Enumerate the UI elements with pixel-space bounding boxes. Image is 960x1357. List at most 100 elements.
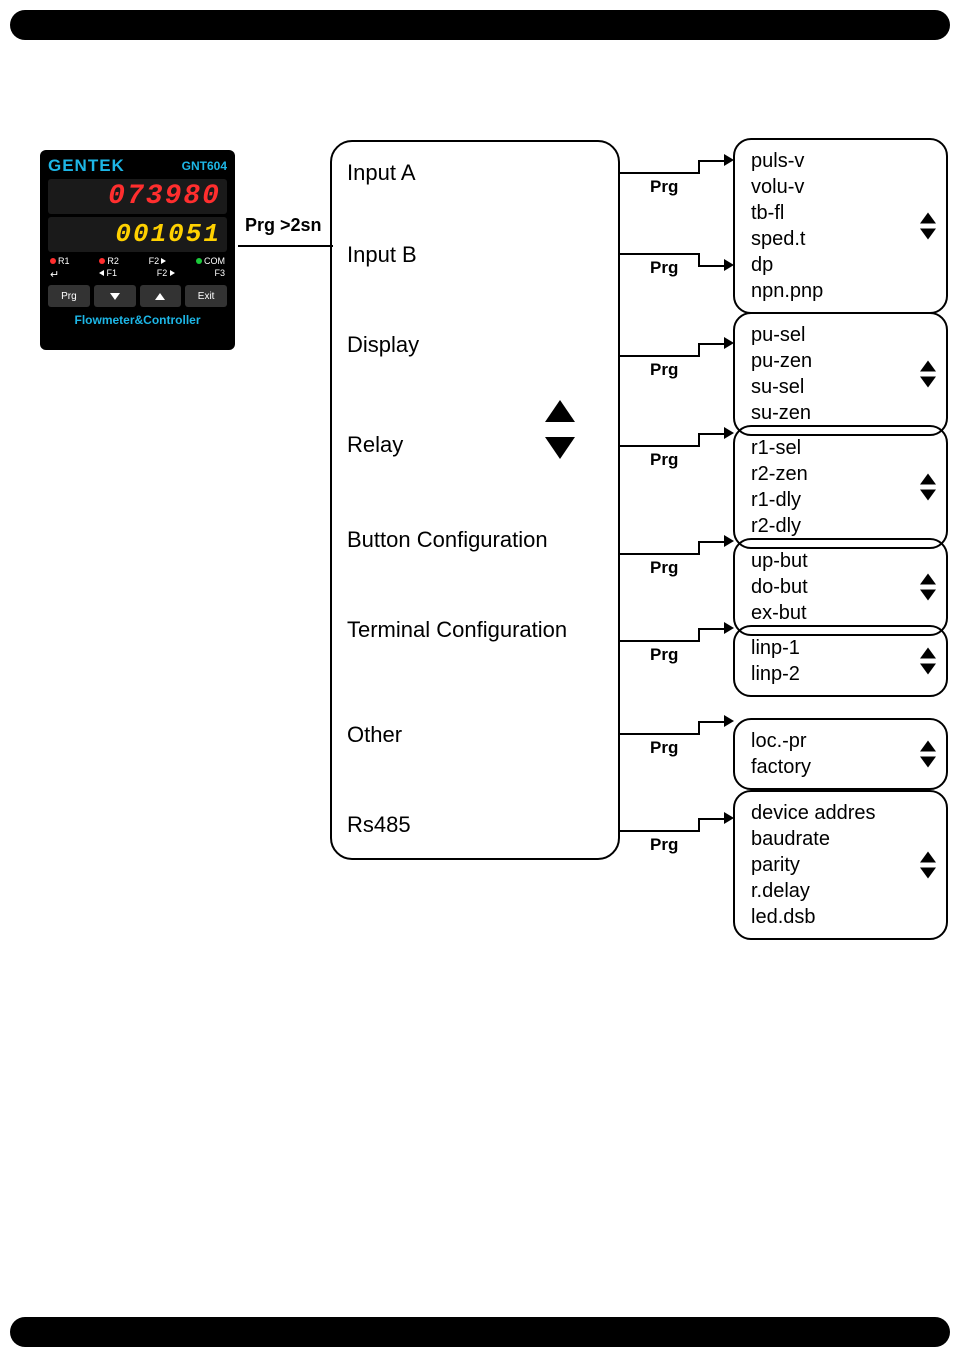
menu-item-input-a: Input A <box>347 160 416 186</box>
updown-icon <box>920 741 936 768</box>
sub-item: r1-sel <box>751 435 934 461</box>
led-r1: R1 <box>50 256 70 266</box>
connector-line <box>698 160 726 162</box>
triangle-left-icon <box>99 270 104 276</box>
triangle-down-icon <box>920 229 936 240</box>
exit-button[interactable]: Exit <box>185 285 227 307</box>
triangle-up-icon <box>920 361 936 372</box>
prg-label: Prg <box>650 450 678 470</box>
connector-line <box>620 830 700 832</box>
updown-icon <box>920 574 936 601</box>
device-brand: GENTEK <box>48 156 125 176</box>
enter-icon: ↵ <box>50 268 59 281</box>
menu-item-terminal-config: Terminal Configuration <box>347 617 567 643</box>
sub-box-relay: r1-sel r2-zen r1-dly r2-dly <box>733 425 948 549</box>
down-button[interactable] <box>94 285 136 307</box>
arrow-right-icon <box>724 535 734 547</box>
sub-item: r2-zen <box>751 461 934 487</box>
menu-item-display: Display <box>347 332 419 358</box>
sub-item: r1-dly <box>751 487 934 513</box>
sub-box-other: loc.-pr factory <box>733 718 948 790</box>
entry-label: Prg >2sn <box>245 215 322 236</box>
f3-indicator: F3 <box>214 268 225 281</box>
triangle-up-icon <box>155 293 165 300</box>
prg-label: Prg <box>650 835 678 855</box>
menu-nav-arrows <box>545 400 575 459</box>
sub-box-display: pu-sel pu-zen su-sel su-zen <box>733 312 948 436</box>
sub-item: puls-v <box>751 148 934 174</box>
led-dot-icon <box>99 258 105 264</box>
device-model: GNT604 <box>182 159 227 173</box>
prg-button[interactable]: Prg <box>48 285 90 307</box>
sub-item: volu-v <box>751 174 934 200</box>
sub-item: device addres <box>751 800 934 826</box>
sub-item: su-zen <box>751 400 934 426</box>
led-dot-icon <box>196 258 202 264</box>
menu-item-relay: Relay <box>347 432 403 458</box>
triangle-down-icon <box>920 664 936 675</box>
triangle-up-icon <box>920 852 936 863</box>
triangle-down-icon <box>920 377 936 388</box>
connector-line <box>698 433 700 447</box>
prg-label: Prg <box>650 177 678 197</box>
sub-item: parity <box>751 852 934 878</box>
sub-box-button: up-but do-but ex-but <box>733 538 948 636</box>
triangle-down-icon <box>920 868 936 879</box>
sub-item: sped.t <box>751 226 934 252</box>
triangle-right-icon <box>170 270 175 276</box>
updown-icon <box>920 474 936 501</box>
connector-line <box>620 253 700 255</box>
menu-item-button-config: Button Configuration <box>347 527 548 553</box>
connector-line <box>698 628 726 630</box>
sub-item: factory <box>751 754 934 780</box>
sub-item: r2-dly <box>751 513 934 539</box>
menu-item-rs485: Rs485 <box>347 812 411 838</box>
sub-item: led.dsb <box>751 904 934 930</box>
arrow-right-icon <box>724 715 734 727</box>
led-com: COM <box>196 256 225 266</box>
triangle-down-icon <box>920 590 936 601</box>
connector-line <box>698 160 700 174</box>
main-menu-box: Input A Input B Display Relay Button Con… <box>330 140 620 860</box>
triangle-up-icon <box>545 400 575 422</box>
sub-item: linp-1 <box>751 635 934 661</box>
device-display-1: 073980 <box>48 179 227 214</box>
connector-line <box>698 541 700 555</box>
menu-item-other: Other <box>347 722 402 748</box>
connector-line <box>698 721 700 735</box>
connector-line <box>238 245 333 247</box>
connector-line <box>698 818 700 832</box>
connector-line <box>698 721 726 723</box>
device-footer: Flowmeter&Controller <box>48 313 227 327</box>
updown-icon <box>920 648 936 675</box>
updown-icon <box>920 213 936 240</box>
triangle-down-icon <box>920 490 936 501</box>
connector-line <box>620 355 700 357</box>
sub-box-rs485: device addres baudrate parity r.delay le… <box>733 790 948 940</box>
sub-item: loc.-pr <box>751 728 934 754</box>
connector-line <box>698 343 726 345</box>
triangle-down-icon <box>110 293 120 300</box>
sub-box-terminal: linp-1 linp-2 <box>733 625 948 697</box>
sub-item: su-sel <box>751 374 934 400</box>
triangle-up-icon <box>920 648 936 659</box>
connector-line <box>698 541 726 543</box>
connector-line <box>620 172 700 174</box>
connector-line <box>620 553 700 555</box>
device-display-2: 001051 <box>48 217 227 252</box>
led-r2: R2 <box>99 256 119 266</box>
led-dot-icon <box>50 258 56 264</box>
updown-icon <box>920 361 936 388</box>
up-button[interactable] <box>140 285 182 307</box>
sub-item: ex-but <box>751 600 934 626</box>
connector-line <box>620 640 700 642</box>
device-arrow-row: ↵ F1 F2 F3 <box>48 268 227 281</box>
device-panel: GENTEK GNT604 073980 001051 R1 R2 F2 COM… <box>40 150 235 350</box>
connector-line <box>698 343 700 357</box>
sub-item: dp <box>751 252 934 278</box>
updown-icon <box>920 852 936 879</box>
connector-line <box>698 628 700 642</box>
device-button-row: Prg Exit <box>48 285 227 307</box>
arrow-right-icon <box>724 622 734 634</box>
prg-label: Prg <box>650 645 678 665</box>
